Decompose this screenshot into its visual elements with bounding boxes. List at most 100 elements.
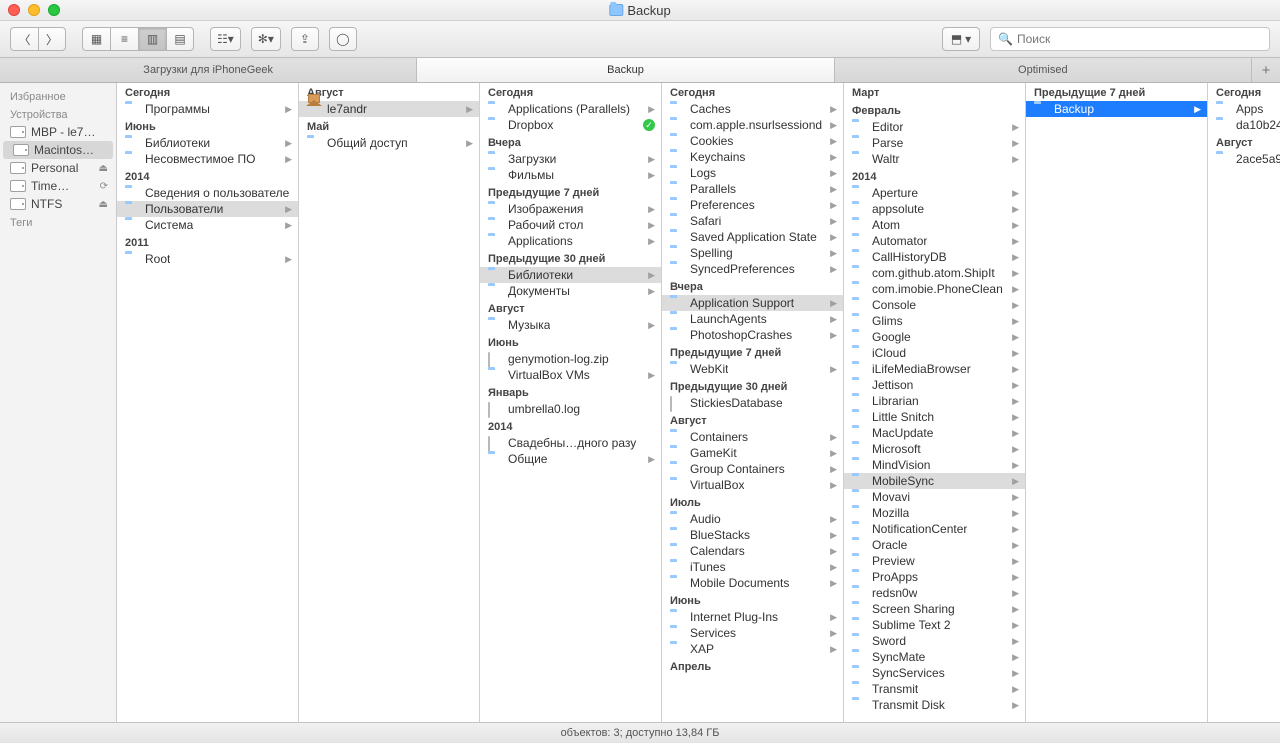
list-item[interactable]: Jettison▶ (844, 377, 1025, 393)
list-item[interactable]: Рабочий стол▶ (480, 217, 661, 233)
close-window-button[interactable] (8, 4, 20, 16)
new-tab-button[interactable]: + (1252, 58, 1280, 82)
tab[interactable]: Optimised (835, 58, 1252, 82)
list-item[interactable]: CallHistoryDB▶ (844, 249, 1025, 265)
list-item[interactable]: Музыка▶ (480, 317, 661, 333)
list-item[interactable]: Apps▶ (1208, 101, 1280, 117)
list-item[interactable]: Root▶ (117, 251, 298, 267)
list-item[interactable]: Applications (Parallels)▶ (480, 101, 661, 117)
icon-view-button[interactable]: ▦ (82, 27, 110, 51)
list-item[interactable]: Saved Application State▶ (662, 229, 843, 245)
list-item[interactable]: Transmit Disk▶ (844, 697, 1025, 713)
list-item[interactable]: redsn0w▶ (844, 585, 1025, 601)
list-item[interactable]: GameKit▶ (662, 445, 843, 461)
back-button[interactable]: 〈 (10, 27, 38, 51)
list-item[interactable]: 2ace5a90▶ (1208, 151, 1280, 167)
list-item[interactable]: Editor▶ (844, 119, 1025, 135)
list-item[interactable]: Audio▶ (662, 511, 843, 527)
list-item[interactable]: Group Containers▶ (662, 461, 843, 477)
list-item[interactable]: da10b245▶ (1208, 117, 1280, 133)
list-item[interactable]: Oracle▶ (844, 537, 1025, 553)
list-item[interactable]: Safari▶ (662, 213, 843, 229)
eject-icon[interactable]: ⏏ (99, 199, 108, 210)
list-item[interactable]: Общий доступ▶ (299, 135, 479, 151)
list-item[interactable]: SyncServices▶ (844, 665, 1025, 681)
list-item[interactable]: Aperture▶ (844, 185, 1025, 201)
sidebar-item[interactable]: Time…⟳ (0, 177, 116, 195)
list-item[interactable]: LaunchAgents▶ (662, 311, 843, 327)
list-item[interactable]: com.apple.nsurlsessiond▶ (662, 117, 843, 133)
list-item[interactable]: Preferences▶ (662, 197, 843, 213)
list-item[interactable]: Spelling▶ (662, 245, 843, 261)
list-item[interactable]: Microsoft▶ (844, 441, 1025, 457)
list-item[interactable]: Свадебны…дного разу (480, 435, 661, 451)
minimize-window-button[interactable] (28, 4, 40, 16)
list-item[interactable]: Фильмы▶ (480, 167, 661, 183)
list-item[interactable]: com.imobie.PhoneClean▶ (844, 281, 1025, 297)
list-item[interactable]: le7andr▶ (299, 101, 479, 117)
list-item[interactable]: MobileSync▶ (844, 473, 1025, 489)
sync-icon[interactable]: ⟳ (100, 181, 108, 192)
sidebar-item[interactable]: NTFS⏏ (0, 195, 116, 213)
list-item[interactable]: umbrella0.log (480, 401, 661, 417)
sidebar-item[interactable]: MBP - le7… (0, 123, 116, 141)
list-item[interactable]: Transmit▶ (844, 681, 1025, 697)
column-view-button[interactable]: ▥ (138, 27, 166, 51)
list-item[interactable]: Waltr▶ (844, 151, 1025, 167)
list-item[interactable]: Cookies▶ (662, 133, 843, 149)
list-item[interactable]: appsolute▶ (844, 201, 1025, 217)
list-item[interactable]: Backup▶ (1026, 101, 1207, 117)
list-item[interactable]: Glims▶ (844, 313, 1025, 329)
list-item[interactable]: StickiesDatabase (662, 395, 843, 411)
list-item[interactable]: Программы▶ (117, 101, 298, 117)
share-button[interactable]: ⇪ (291, 27, 319, 51)
arrange-button[interactable]: ☷▾ (210, 27, 241, 51)
list-item[interactable]: Изображения▶ (480, 201, 661, 217)
list-item[interactable]: Preview▶ (844, 553, 1025, 569)
list-item[interactable]: NotificationCenter▶ (844, 521, 1025, 537)
list-item[interactable]: iLifeMediaBrowser▶ (844, 361, 1025, 377)
eject-icon[interactable]: ⏏ (99, 163, 108, 174)
list-item[interactable]: Mobile Documents▶ (662, 575, 843, 591)
list-item[interactable]: Документы▶ (480, 283, 661, 299)
list-item[interactable]: Parallels▶ (662, 181, 843, 197)
list-item[interactable]: Services▶ (662, 625, 843, 641)
list-item[interactable]: Пользователи▶ (117, 201, 298, 217)
list-item[interactable]: Logs▶ (662, 165, 843, 181)
list-item[interactable]: Application Support▶ (662, 295, 843, 311)
list-item[interactable]: Caches▶ (662, 101, 843, 117)
sidebar-item[interactable]: Personal⏏ (0, 159, 116, 177)
list-item[interactable]: Containers▶ (662, 429, 843, 445)
tags-button[interactable]: ◯ (329, 27, 357, 51)
list-item[interactable]: BlueStacks▶ (662, 527, 843, 543)
list-item[interactable]: XAP▶ (662, 641, 843, 657)
list-item[interactable]: Сведения о пользователе (117, 185, 298, 201)
list-item[interactable]: ProApps▶ (844, 569, 1025, 585)
list-item[interactable]: SyncedPreferences▶ (662, 261, 843, 277)
list-item[interactable]: Mozilla▶ (844, 505, 1025, 521)
list-item[interactable]: Библиотеки▶ (117, 135, 298, 151)
list-item[interactable]: Загрузки▶ (480, 151, 661, 167)
list-item[interactable]: Movavi▶ (844, 489, 1025, 505)
list-item[interactable]: PhotoshopCrashes▶ (662, 327, 843, 343)
list-item[interactable]: VirtualBox VMs▶ (480, 367, 661, 383)
tab[interactable]: Загрузки для iPhoneGeek (0, 58, 417, 82)
tab[interactable]: Backup (417, 58, 834, 82)
list-item[interactable]: Google▶ (844, 329, 1025, 345)
list-item[interactable]: MindVision▶ (844, 457, 1025, 473)
list-item[interactable]: Little Snitch▶ (844, 409, 1025, 425)
list-item[interactable]: Система▶ (117, 217, 298, 233)
list-item[interactable]: Keychains▶ (662, 149, 843, 165)
list-item[interactable]: Sublime Text 2▶ (844, 617, 1025, 633)
list-item[interactable]: Console▶ (844, 297, 1025, 313)
list-item[interactable]: Atom▶ (844, 217, 1025, 233)
list-item[interactable]: Библиотеки▶ (480, 267, 661, 283)
list-item[interactable]: Calendars▶ (662, 543, 843, 559)
list-item[interactable]: VirtualBox▶ (662, 477, 843, 493)
list-item[interactable]: Sword▶ (844, 633, 1025, 649)
list-item[interactable]: Automator▶ (844, 233, 1025, 249)
list-item[interactable]: Dropbox✓ (480, 117, 661, 133)
list-item[interactable]: Screen Sharing▶ (844, 601, 1025, 617)
list-item[interactable]: WebKit▶ (662, 361, 843, 377)
list-item[interactable]: iCloud▶ (844, 345, 1025, 361)
